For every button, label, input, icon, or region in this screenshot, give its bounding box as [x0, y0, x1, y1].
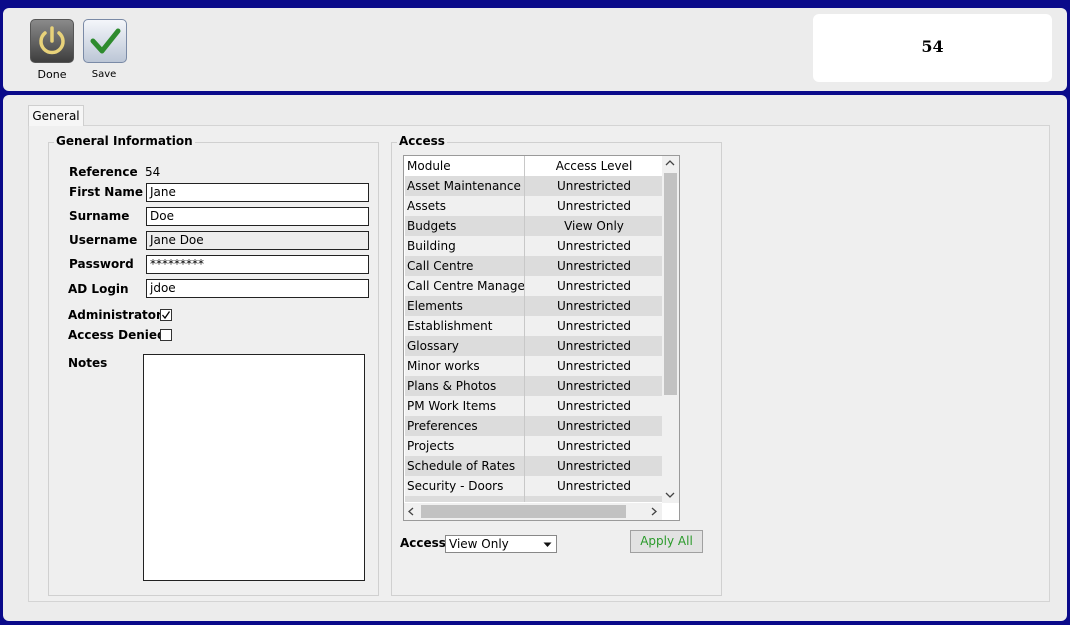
table-row-access-level[interactable]: Unrestricted	[525, 256, 663, 276]
tab-general[interactable]: General	[28, 105, 84, 126]
access-legend: Access	[397, 134, 447, 148]
administrator-checkbox[interactable]	[160, 309, 172, 321]
table-row-module[interactable]: Plans & Photos	[405, 376, 525, 396]
horizontal-scroll-thumb[interactable]	[421, 505, 626, 518]
password-label: Password	[69, 257, 134, 271]
table-row-access-level[interactable]: Unrestricted	[525, 376, 663, 396]
table-row-module[interactable]: Security - Doors	[405, 476, 525, 496]
table-row-module[interactable]: Preferences	[405, 416, 525, 436]
table-row-access-level[interactable]: Unrestricted	[525, 416, 663, 436]
scroll-up-icon[interactable]	[662, 157, 678, 172]
vertical-scroll-thumb[interactable]	[664, 173, 677, 395]
table-row-module[interactable]: PM Work Items	[405, 396, 525, 416]
table-row-module[interactable]: Call Centre	[405, 256, 525, 276]
table-row-access-level[interactable]: Unrestricted	[525, 396, 663, 416]
access-level-selected: View Only	[449, 537, 509, 551]
ad-login-label: AD Login	[68, 282, 129, 296]
table-row-module[interactable]: Call Centre Manager	[405, 276, 525, 296]
access-grid[interactable]: Module Access Level Asset Maintenance Unr…	[403, 155, 680, 521]
table-row-module[interactable]: Projects	[405, 436, 525, 456]
notes-label: Notes	[68, 356, 108, 370]
done-button[interactable]	[30, 19, 74, 63]
ad-login-field[interactable]: jdoe	[146, 279, 369, 298]
table-row-module[interactable]: Schedule of Rates	[405, 456, 525, 476]
table-row-access-level[interactable]: Unrestricted	[525, 436, 663, 456]
table-row-access-level[interactable]: Unrestricted	[525, 276, 663, 296]
check-icon	[162, 311, 171, 320]
table-row-access-level[interactable]: Unrestricted	[525, 316, 663, 336]
table-row-access-level[interactable]: Unrestricted	[525, 336, 663, 356]
general-information-legend: General Information	[54, 134, 195, 148]
column-header-access-level[interactable]: Access Level	[525, 156, 663, 176]
table-row-access-level[interactable]: Unrestricted	[525, 176, 663, 196]
first-name-label: First Name	[69, 185, 144, 199]
table-row-partial	[405, 496, 525, 502]
table-row-access-level[interactable]: Unrestricted	[525, 236, 663, 256]
column-header-module[interactable]: Module	[405, 156, 525, 176]
first-name-field[interactable]: Jane	[146, 183, 369, 202]
table-row-access-level[interactable]: Unrestricted	[525, 296, 663, 316]
username-label: Username	[69, 233, 138, 247]
table-row-module[interactable]: Establishment	[405, 316, 525, 336]
checkmark-icon	[90, 28, 121, 54]
reference-display: 54	[813, 14, 1052, 82]
password-field[interactable]: *********	[146, 255, 369, 274]
administrator-label: Administrator	[68, 308, 162, 322]
table-row-module[interactable]: Asset Maintenance	[405, 176, 525, 196]
table-row-module[interactable]: Assets	[405, 196, 525, 216]
scroll-down-icon[interactable]	[662, 489, 678, 504]
username-field[interactable]: Jane Doe	[146, 231, 369, 250]
table-row-access-level[interactable]: Unrestricted	[525, 356, 663, 376]
surname-label: Surname	[69, 209, 130, 223]
done-label: Done	[37, 68, 67, 81]
scroll-left-icon[interactable]	[405, 505, 417, 521]
notes-textarea[interactable]	[143, 354, 365, 581]
table-row-partial	[525, 496, 663, 502]
table-row-access-level[interactable]: View Only	[525, 216, 663, 236]
chevron-down-icon	[543, 542, 552, 547]
apply-all-button[interactable]: Apply All	[630, 530, 703, 553]
reference-value: 54	[145, 165, 161, 179]
table-row-access-level[interactable]: Unrestricted	[525, 476, 663, 496]
reference-label: Reference	[69, 165, 138, 179]
surname-field[interactable]: Doe	[146, 207, 369, 226]
table-row-module[interactable]: Building	[405, 236, 525, 256]
access-denied-label: Access Denied	[68, 328, 166, 342]
access-level-select[interactable]: View Only	[445, 535, 557, 553]
save-button[interactable]	[83, 19, 127, 63]
access-denied-checkbox[interactable]	[160, 329, 172, 341]
table-row-module[interactable]: Elements	[405, 296, 525, 316]
table-row-module[interactable]: Budgets	[405, 216, 525, 236]
scroll-right-icon[interactable]	[648, 505, 660, 521]
save-label: Save	[91, 69, 117, 80]
power-icon	[39, 26, 65, 55]
table-row-access-level[interactable]: Unrestricted	[525, 196, 663, 216]
table-row-module[interactable]: Minor works	[405, 356, 525, 376]
access-select-label: Access	[400, 536, 446, 550]
table-row-access-level[interactable]: Unrestricted	[525, 456, 663, 476]
table-row-module[interactable]: Glossary	[405, 336, 525, 356]
